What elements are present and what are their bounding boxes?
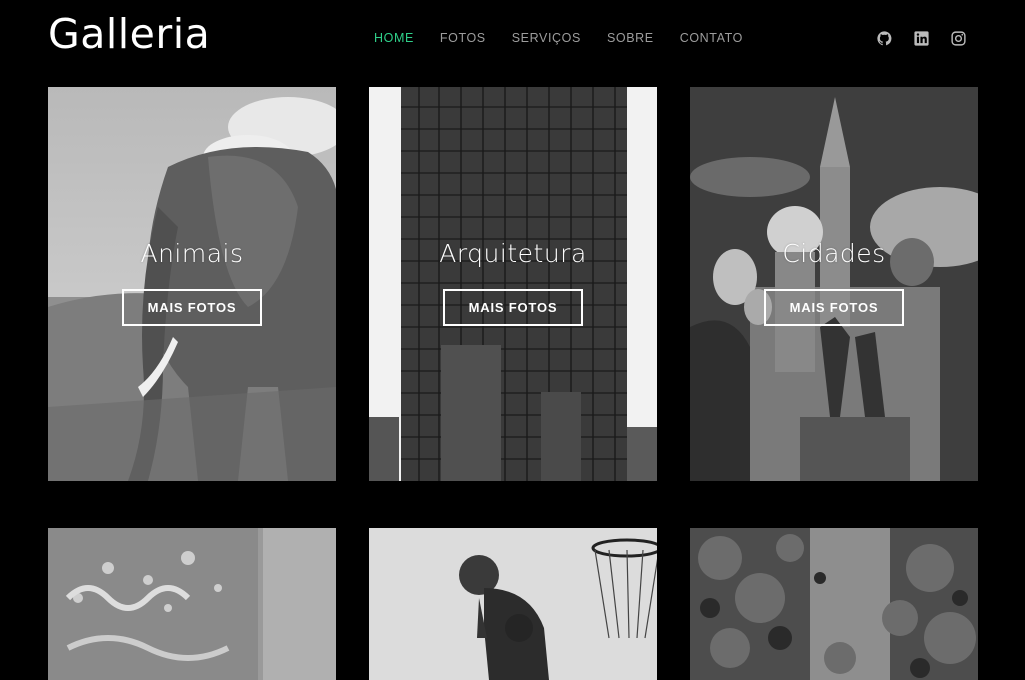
- social-links: [876, 30, 967, 47]
- site-header: Galleria HOME FOTOS SERVIÇOS SOBRE CONTA…: [0, 0, 1025, 80]
- gallery-card-5[interactable]: [369, 528, 657, 680]
- card-title: Animais: [140, 239, 244, 268]
- linkedin-icon[interactable]: [913, 30, 930, 47]
- storefront-photo: [48, 528, 336, 680]
- nav-home[interactable]: HOME: [374, 31, 414, 45]
- more-photos-button[interactable]: MAIS FOTOS: [122, 289, 262, 326]
- gallery-card-arquitetura[interactable]: Arquitetura MAIS FOTOS: [369, 87, 657, 481]
- gallery-card-6[interactable]: [690, 528, 978, 680]
- forest-photo: [690, 528, 978, 680]
- more-photos-button[interactable]: MAIS FOTOS: [443, 289, 583, 326]
- gallery-card-animais[interactable]: Animais MAIS FOTOS: [48, 87, 336, 481]
- gallery-card-cidades[interactable]: Cidades MAIS FOTOS: [690, 87, 978, 481]
- basketball-photo: [369, 528, 657, 680]
- site-logo[interactable]: Galleria: [48, 10, 210, 58]
- card-title: Arquitetura: [439, 239, 587, 268]
- instagram-icon[interactable]: [950, 30, 967, 47]
- github-icon[interactable]: [876, 30, 893, 47]
- cathedral-photo: [690, 87, 978, 481]
- elephant-photo: [48, 87, 336, 481]
- main-nav: HOME FOTOS SERVIÇOS SOBRE CONTATO: [374, 31, 769, 45]
- card-title: Cidades: [782, 239, 886, 268]
- nav-sobre[interactable]: SOBRE: [607, 31, 654, 45]
- more-photos-button[interactable]: MAIS FOTOS: [764, 289, 904, 326]
- nav-servicos[interactable]: SERVIÇOS: [512, 31, 581, 45]
- building-photo: [369, 87, 657, 481]
- nav-fotos[interactable]: FOTOS: [440, 31, 486, 45]
- nav-contato[interactable]: CONTATO: [680, 31, 743, 45]
- gallery-card-4[interactable]: [48, 528, 336, 680]
